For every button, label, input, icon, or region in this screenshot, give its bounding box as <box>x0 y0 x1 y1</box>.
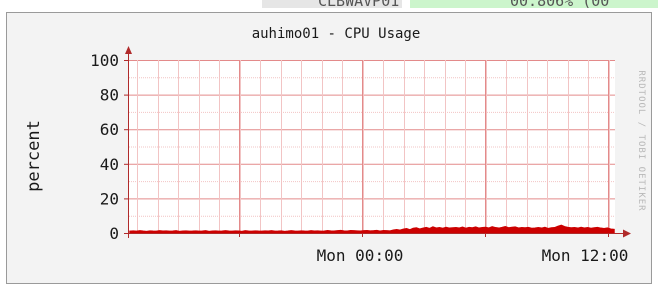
y-axis-label: percent <box>24 120 44 192</box>
y-tick-label: 40 <box>100 155 119 174</box>
chart-canvas: auhimo01 - CPU Usage percent RRDTOOL / T… <box>24 26 646 265</box>
background-host-text: CLBWAVP01 <box>318 0 399 8</box>
chart-title: auhimo01 - CPU Usage <box>252 26 421 42</box>
y-tick-label: 20 <box>100 189 119 208</box>
rrd-graph: auhimo01 - CPU Usage percent RRDTOOL / T… <box>6 12 652 284</box>
rrdtool-watermark: RRDTOOL / TOBI OETIKER <box>636 70 646 211</box>
background-table-row: CLBWAVP01 00.806% (00 <box>262 0 658 8</box>
y-tick-label: 60 <box>100 120 119 139</box>
background-value-text: 00.806% (00 <box>510 0 609 8</box>
x-axis-arrow <box>623 229 631 238</box>
y-tick-label: 0 <box>109 224 119 243</box>
background-cell-value: 00.806% (00 <box>410 0 658 8</box>
y-tick-label: 80 <box>100 86 119 105</box>
y-axis-arrow <box>125 46 132 54</box>
x-tick-label: Mon 12:00 <box>542 246 629 265</box>
background-cell-host: CLBWAVP01 <box>262 0 402 8</box>
x-tick-label: Mon 00:00 <box>317 246 404 265</box>
y-tick-label: 100 <box>90 51 119 70</box>
